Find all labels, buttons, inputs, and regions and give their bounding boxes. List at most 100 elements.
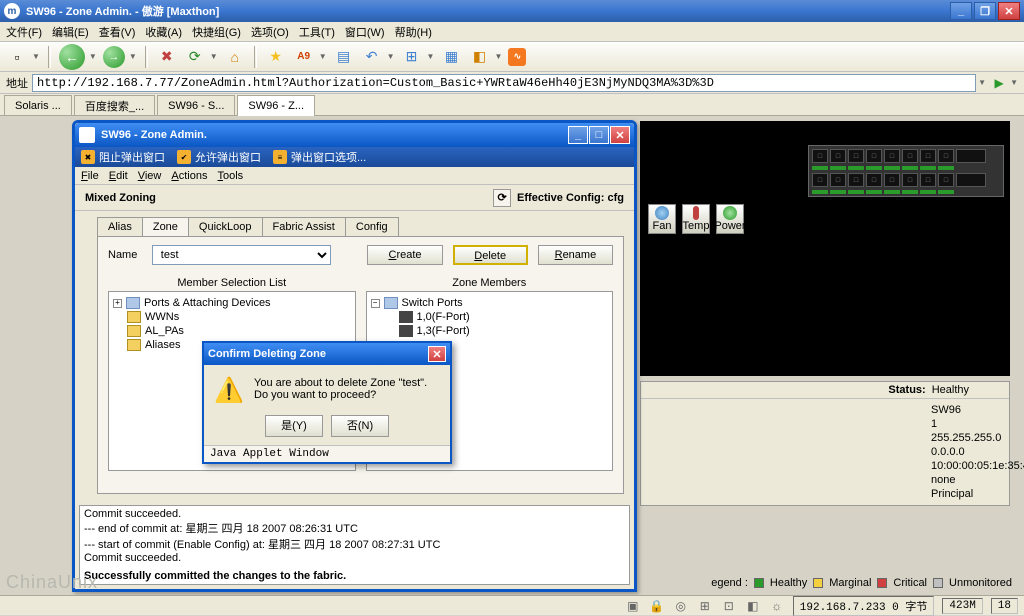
log-line: Commit succeeded. bbox=[84, 552, 625, 564]
member-selection-header: Member Selection List bbox=[108, 277, 356, 289]
menu-groups[interactable]: 快捷组(G) bbox=[192, 24, 241, 40]
menu-tools[interactable]: 工具(T) bbox=[299, 24, 335, 40]
rss-button[interactable]: ∿ bbox=[508, 48, 526, 66]
inner-menu-actions[interactable]: Actions bbox=[171, 170, 207, 182]
dialog-yes-button[interactable]: 是(Y) bbox=[265, 415, 323, 437]
inner-title: SW96 - Zone Admin. bbox=[101, 129, 568, 141]
app-icon bbox=[79, 127, 95, 143]
browser-titlebar: m SW96 - Zone Admin. - 傲游 [Maxthon] _ ❐ … bbox=[0, 0, 1024, 22]
refresh-icon[interactable]: ⟳ bbox=[493, 189, 511, 207]
adhunter-button[interactable]: A9 bbox=[293, 46, 315, 68]
info-line: Principal bbox=[931, 487, 1009, 501]
inner-maximize-button[interactable]: □ bbox=[589, 126, 609, 144]
status-icon[interactable]: ◧ bbox=[745, 598, 761, 614]
address-label: 地址 bbox=[6, 75, 28, 91]
zone-name-select[interactable]: test bbox=[152, 245, 331, 265]
rename-button[interactable]: Rename bbox=[538, 245, 613, 265]
folder-icon bbox=[127, 339, 141, 351]
menu-edit[interactable]: 编辑(E) bbox=[52, 24, 89, 40]
menu-window[interactable]: 窗口(W) bbox=[345, 24, 385, 40]
power-button[interactable]: Power bbox=[716, 204, 744, 234]
status-icon[interactable]: ☼ bbox=[769, 598, 785, 614]
device-icon bbox=[384, 297, 398, 309]
back-button[interactable]: ← bbox=[59, 44, 85, 70]
url-input[interactable] bbox=[32, 74, 976, 92]
info-line: 1 bbox=[931, 417, 1009, 431]
tab-quickloop[interactable]: QuickLoop bbox=[188, 217, 263, 236]
zoning-mode-label: Mixed Zoning bbox=[85, 192, 493, 204]
go-button[interactable]: ▶ bbox=[990, 74, 1008, 92]
log-summary: Successfully committed the changes to th… bbox=[84, 570, 625, 582]
log-line: --- start of commit (Enable Config) at: … bbox=[84, 536, 625, 552]
url-dropdown-icon[interactable]: ▼ bbox=[978, 78, 986, 87]
inner-menu-edit[interactable]: Edit bbox=[109, 170, 128, 182]
home-button[interactable]: ⌂ bbox=[224, 46, 246, 68]
popup-block-icon: ✖ bbox=[81, 150, 95, 164]
browser-toolbar: ▫▼ ←▼ →▼ ✖ ⟳▼ ⌂ ★ A9▼ ▤ ↶▼ ⊞▼ ▦ ◧▼ ∿ bbox=[0, 42, 1024, 72]
resource-button[interactable]: ▤ bbox=[333, 46, 355, 68]
tab-config[interactable]: Config bbox=[345, 217, 399, 236]
dialog-title: Confirm Deleting Zone bbox=[208, 348, 428, 360]
status-icon[interactable]: ⊡ bbox=[721, 598, 737, 614]
status-icon[interactable]: ▣ bbox=[625, 598, 641, 614]
refresh-button[interactable]: ⟳ bbox=[184, 46, 206, 68]
popup-allow-item[interactable]: ✔允许弹出窗口 bbox=[177, 149, 261, 165]
stop-button[interactable]: ✖ bbox=[156, 46, 178, 68]
info-line: 255.255.255.0 bbox=[931, 431, 1009, 445]
port-icon bbox=[399, 325, 413, 337]
menu-favorites[interactable]: 收藏(A) bbox=[145, 24, 182, 40]
log-line: Commit succeeded. bbox=[84, 508, 625, 520]
minimize-button[interactable]: _ bbox=[950, 2, 972, 20]
forward-button[interactable]: → bbox=[103, 46, 125, 68]
util-button[interactable]: ◧ bbox=[468, 46, 490, 68]
temp-button[interactable]: Temp bbox=[682, 204, 710, 234]
maxthon-logo-icon: m bbox=[4, 3, 20, 19]
undo-button[interactable]: ↶ bbox=[361, 46, 383, 68]
favorites-button[interactable]: ★ bbox=[265, 46, 287, 68]
info-line: 10:00:00:05:1e:35:46:c4 bbox=[931, 459, 1009, 473]
panel-button[interactable]: ▦ bbox=[440, 46, 462, 68]
menu-options[interactable]: 选项(O) bbox=[251, 24, 289, 40]
popup-allow-icon: ✔ bbox=[177, 150, 191, 164]
popup-options-item[interactable]: ≡弹出窗口选项... bbox=[273, 149, 366, 165]
inner-menu-tools[interactable]: Tools bbox=[217, 170, 243, 182]
popup-block-item[interactable]: ✖阻止弹出窗口 bbox=[81, 149, 165, 165]
status-icon[interactable]: 🔒 bbox=[649, 598, 665, 614]
fan-button[interactable]: Fan bbox=[648, 204, 676, 234]
dialog-close-button[interactable]: ✕ bbox=[428, 346, 446, 362]
dialog-no-button[interactable]: 否(N) bbox=[331, 415, 389, 437]
port-icon bbox=[399, 311, 413, 323]
inner-minimize-button[interactable]: _ bbox=[568, 126, 588, 144]
menu-view[interactable]: 查看(V) bbox=[99, 24, 136, 40]
inner-menu-view[interactable]: View bbox=[138, 170, 162, 182]
status-icon[interactable]: ⊞ bbox=[697, 598, 713, 614]
menu-help[interactable]: 帮助(H) bbox=[395, 24, 432, 40]
tab-zone[interactable]: Zone bbox=[142, 217, 189, 236]
create-button[interactable]: Create bbox=[367, 245, 442, 265]
menu-file[interactable]: 文件(F) bbox=[6, 24, 42, 40]
delete-button[interactable]: Delete bbox=[453, 245, 528, 265]
close-button[interactable]: ✕ bbox=[998, 2, 1020, 20]
info-line: none bbox=[931, 473, 1009, 487]
status-info-panel: Status: Healthy SW96 1 255.255.255.0 0.0… bbox=[640, 381, 1010, 506]
dialog-footer: Java Applet Window bbox=[204, 445, 450, 462]
browser-tab[interactable]: 百度搜索_... bbox=[74, 95, 155, 115]
tab-fabric-assist[interactable]: Fabric Assist bbox=[262, 217, 346, 236]
tab-alias[interactable]: Alias bbox=[97, 217, 143, 236]
inner-close-button[interactable]: ✕ bbox=[610, 126, 630, 144]
status-ip: 192.168.7.233 0 字节 bbox=[793, 596, 935, 616]
device-icon bbox=[126, 297, 140, 309]
restore-button[interactable]: ❐ bbox=[974, 2, 996, 20]
browser-tabstrip: Solaris ... 百度搜索_... SW96 - S... SW96 - … bbox=[0, 94, 1024, 116]
browser-tab[interactable]: SW96 - S... bbox=[157, 95, 235, 115]
log-area[interactable]: Commit succeeded. --- end of commit at: … bbox=[79, 505, 630, 585]
browser-title: SW96 - Zone Admin. - 傲游 [Maxthon] bbox=[26, 3, 950, 19]
browser-tab[interactable]: Solaris ... bbox=[4, 95, 72, 115]
dialog-text-line1: You are about to delete Zone "test". bbox=[254, 377, 427, 389]
browser-tab-active[interactable]: SW96 - Z... bbox=[237, 95, 315, 116]
status-icon[interactable]: ◎ bbox=[673, 598, 689, 614]
popup-button[interactable]: ⊞ bbox=[401, 46, 423, 68]
new-tab-button[interactable]: ▫ bbox=[6, 46, 28, 68]
browser-statusbar: ▣ 🔒 ◎ ⊞ ⊡ ◧ ☼ 192.168.7.233 0 字节 423M 18 bbox=[0, 595, 1024, 615]
inner-menu-file[interactable]: File bbox=[81, 170, 99, 182]
